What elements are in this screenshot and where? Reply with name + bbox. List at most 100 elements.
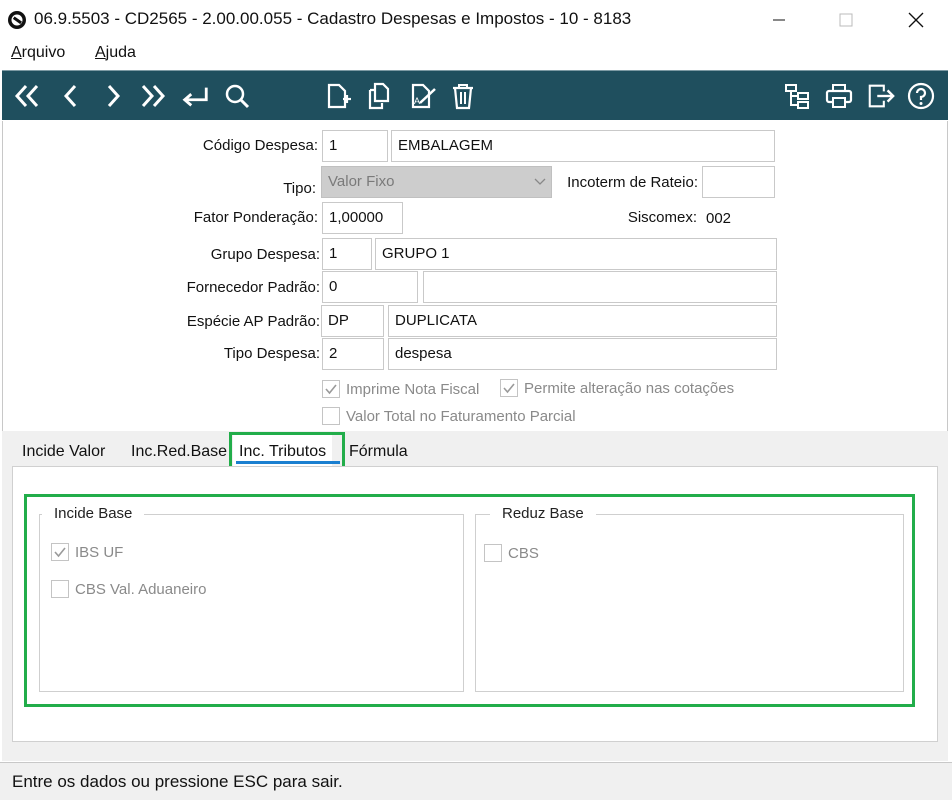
search-button[interactable] [222, 81, 252, 111]
tab-incide-valor[interactable]: Incide Valor [16, 433, 111, 467]
tree-icon [785, 84, 809, 109]
menu-arquivo[interactable]: Arquivo [11, 44, 65, 62]
exit-button[interactable] [866, 81, 896, 111]
print-button[interactable] [824, 81, 854, 111]
last-record-button[interactable] [138, 81, 168, 111]
cbs-val-aduaneiro-label: CBS Val. Aduaneiro [75, 580, 207, 598]
menu-bar: Arquivo Ajuda [0, 40, 952, 68]
copy-button[interactable] [364, 81, 394, 111]
especie-ap-padrao-input[interactable]: DP [321, 305, 384, 337]
close-button[interactable] [904, 8, 928, 32]
menu-arquivo-label: rquivo [21, 44, 66, 61]
status-bar: Entre os dados ou pressione ESC para sai… [0, 762, 952, 800]
imprime-nota-fiscal-checkbox[interactable]: Imprime Nota Fiscal [322, 380, 479, 398]
search-icon [225, 84, 250, 109]
checkbox-box [322, 380, 340, 398]
incide-base-group [39, 514, 464, 692]
next-record-button[interactable] [98, 81, 128, 111]
check-icon [503, 383, 515, 394]
chevron-down-icon [534, 178, 546, 185]
menu-ajuda-label: juda [105, 44, 136, 61]
menu-arquivo-mnemonic: A [11, 44, 22, 61]
reduz-base-group [475, 514, 904, 692]
siscomex-label: Siscomex: [627, 209, 697, 226]
incoterm-rateio-label: Incoterm de Rateio: [567, 174, 698, 191]
first-record-button[interactable] [12, 81, 42, 111]
menu-ajuda[interactable]: Ajuda [95, 44, 136, 62]
fator-ponderacao-input[interactable]: 1,00000 [322, 202, 403, 234]
cbs-val-aduaneiro-checkbox[interactable]: CBS Val. Aduaneiro [51, 580, 206, 598]
fornecedor-padrao-description [423, 271, 777, 303]
especie-ap-padrao-description: DUPLICATA [388, 305, 777, 337]
new-button[interactable] [322, 81, 352, 111]
close-icon [908, 12, 924, 28]
grupo-despesa-description: GRUPO 1 [375, 238, 777, 270]
fator-ponderacao-label: Fator Ponderação: [193, 209, 318, 226]
checkbox-box [51, 543, 69, 561]
check-icon [54, 547, 66, 558]
checkbox-box [484, 544, 502, 562]
checkbox-box [51, 580, 69, 598]
next-icon [107, 84, 121, 108]
ibs-uf-checkbox[interactable]: IBS UF [51, 543, 123, 561]
valor-total-faturamento-checkbox[interactable]: Valor Total no Faturamento Parcial [322, 407, 576, 425]
codigo-despesa-description: EMBALAGEM [391, 130, 775, 162]
print-icon [825, 84, 853, 108]
imprime-nota-fiscal-label: Imprime Nota Fiscal [346, 380, 480, 398]
status-text: Entre os dados ou pressione ESC para sai… [12, 772, 343, 791]
edit-icon: A [411, 83, 436, 109]
copy-icon [368, 82, 390, 110]
delete-button[interactable] [448, 81, 478, 111]
grupo-despesa-input[interactable]: 1 [322, 238, 372, 270]
delete-icon [453, 84, 473, 110]
enter-icon [182, 87, 208, 107]
tab-inc-red-base[interactable]: Inc.Red.Base [125, 433, 229, 467]
checkbox-box [322, 407, 340, 425]
tipo-label: Tipo: [283, 180, 316, 197]
codigo-despesa-input[interactable]: 1 [322, 130, 388, 162]
ibs-uf-label: IBS UF [75, 543, 124, 561]
svg-text:A: A [414, 96, 420, 106]
valor-total-faturamento-label: Valor Total no Faturamento Parcial [346, 407, 576, 425]
fornecedor-padrao-input[interactable]: 0 [322, 271, 418, 303]
menu-ajuda-mnemonic: A [95, 44, 106, 61]
maximize-icon [839, 13, 853, 27]
exit-icon [868, 84, 895, 108]
permite-alteracao-checkbox[interactable]: Permite alteração nas cotações [500, 379, 734, 397]
toolbar: A [2, 70, 948, 120]
last-icon [141, 84, 166, 108]
permite-alteracao-label: Permite alteração nas cotações [524, 379, 735, 397]
minimize-icon [773, 19, 785, 21]
previous-record-button[interactable] [56, 81, 86, 111]
help-button[interactable] [906, 81, 936, 111]
maximize-button[interactable] [834, 8, 858, 32]
tree-button[interactable] [782, 81, 812, 111]
tipo-select[interactable]: Valor Fixo [321, 166, 552, 198]
help-icon [907, 82, 935, 110]
codigo-despesa-label: Código Despesa: [202, 137, 318, 154]
tipo-despesa-description: despesa [388, 338, 777, 370]
tipo-select-value: Valor Fixo [328, 173, 395, 190]
especie-ap-padrao-label: Espécie AP Padrão: [186, 313, 320, 330]
edit-button[interactable]: A [408, 81, 438, 111]
checkbox-box [500, 379, 518, 397]
check-icon [325, 384, 337, 395]
app-logo-icon [8, 11, 26, 29]
window-title: 06.9.5503 - CD2565 - 2.00.00.055 - Cadas… [34, 9, 632, 28]
tipo-despesa-input[interactable]: 2 [322, 338, 384, 370]
grupo-despesa-label: Grupo Despesa: [210, 246, 320, 263]
fornecedor-padrao-label: Fornecedor Padrão: [186, 279, 320, 296]
new-document-icon [327, 83, 351, 109]
cbs-checkbox[interactable]: CBS [484, 544, 539, 562]
reduz-base-title: Reduz Base [490, 505, 596, 522]
siscomex-value: 002 [699, 203, 775, 235]
incoterm-rateio-input[interactable] [702, 166, 775, 198]
minimize-button[interactable] [767, 8, 791, 32]
first-icon [14, 84, 39, 108]
tab-formula[interactable]: Fórmula [343, 433, 414, 467]
tipo-despesa-label: Tipo Despesa: [223, 345, 320, 362]
cbs-label: CBS [508, 544, 539, 562]
enter-button[interactable] [180, 81, 210, 111]
previous-icon [63, 84, 77, 108]
incide-base-title: Incide Base [42, 505, 145, 522]
